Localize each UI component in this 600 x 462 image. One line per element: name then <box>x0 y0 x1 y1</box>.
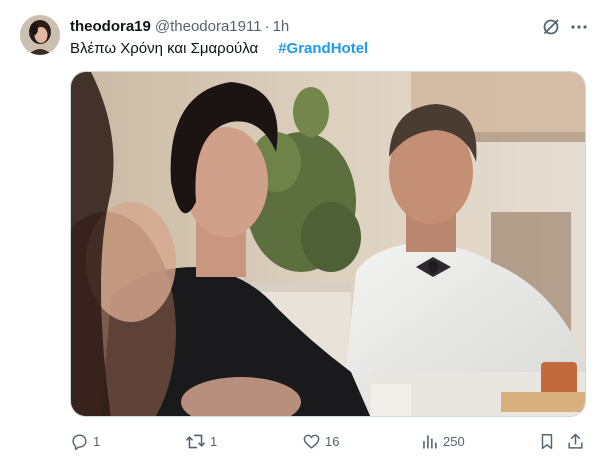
tweet-image[interactable] <box>70 71 586 417</box>
bookmark-icon <box>541 433 553 449</box>
display-name[interactable]: theodora19 <box>70 18 151 35</box>
retweet-button[interactable]: 1 <box>185 430 217 452</box>
share-icon <box>568 433 583 449</box>
tweet-body: Βλέπω Χρόνη και Σμαρούλα <box>70 39 259 57</box>
tweet[interactable]: theodora19 @theodora1911 · 1h Βλέπω Χρόν… <box>0 0 600 462</box>
like-button[interactable]: 16 <box>302 430 339 452</box>
timestamp[interactable]: 1h <box>273 18 290 35</box>
retweet-icon <box>186 434 205 448</box>
hashtag-link[interactable]: #GrandHotel <box>278 40 368 57</box>
reply-icon <box>72 433 87 450</box>
bookmark-button[interactable] <box>538 430 556 452</box>
tweet-text: Βλέπω Χρόνη και Σμαρούλα #GrandHotel <box>70 38 368 58</box>
action-bar: 1 1 16 250 <box>70 430 590 452</box>
tweet-header: theodora19 @theodora1911 · 1h <box>70 16 289 36</box>
grok-icon[interactable] <box>540 16 562 38</box>
more-icon[interactable] <box>568 16 590 38</box>
reply-count: 1 <box>93 433 101 449</box>
user-handle[interactable]: @theodora1911 <box>155 18 262 35</box>
reply-button[interactable]: 1 <box>70 430 100 452</box>
views-count: 250 <box>443 433 465 449</box>
avatar[interactable] <box>20 15 60 55</box>
retweet-count: 1 <box>210 433 218 449</box>
like-count: 16 <box>325 433 340 449</box>
views-icon <box>423 434 437 449</box>
separator-dot: · <box>264 17 270 35</box>
share-button[interactable] <box>566 430 585 452</box>
views-button[interactable]: 250 <box>420 430 465 452</box>
like-icon <box>303 434 320 449</box>
